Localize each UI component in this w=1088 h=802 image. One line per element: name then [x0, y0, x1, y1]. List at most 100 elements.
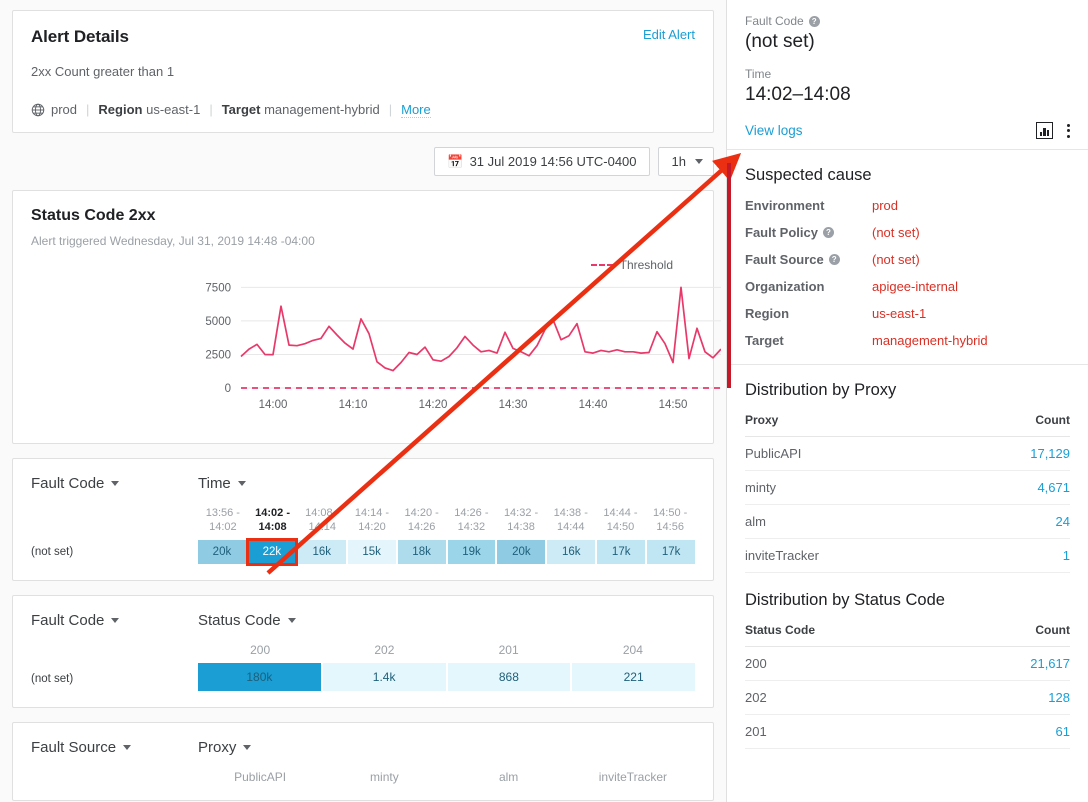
timestamp-picker[interactable]: 📅 31 Jul 2019 14:56 UTC-0400	[434, 147, 649, 176]
heatmap-cell[interactable]: 18k	[398, 540, 446, 564]
heatmap-time-cells: 20k22k16k15k18k19k20k16k17k17k	[198, 540, 695, 564]
heatmap-cell[interactable]: 17k	[597, 540, 645, 564]
row-count[interactable]: 24	[956, 505, 1070, 539]
detail-sidebar: Fault Code ? (not set) Time 14:02–14:08 …	[726, 0, 1088, 802]
heatmap-time-column-header: 14:26 -14:32	[447, 506, 497, 534]
alert-region-label: Region	[98, 102, 142, 117]
heatmap-time-column-header: 14:08 -14:14	[297, 506, 347, 534]
distribution-status-title: Distribution by Status Code	[745, 591, 1070, 610]
table-row: alm24	[745, 505, 1070, 539]
heatmap-status-header: Fault Code Status Code	[31, 612, 695, 629]
row-name: alm	[745, 505, 956, 539]
row-count[interactable]: 17,129	[956, 437, 1070, 471]
heatmap-time-column-header: 14:14 -14:20	[347, 506, 397, 534]
table-row: 20161	[745, 715, 1070, 749]
table-header-row: Proxy Count	[745, 413, 1070, 437]
suspected-cause-value: us-east-1	[872, 306, 926, 321]
heatmap-cell[interactable]: 868	[448, 663, 571, 691]
suspected-cause-row: Targetmanagement-hybrid	[745, 333, 1070, 348]
heatmap-time-column-header: 14:38 -14:44	[546, 506, 596, 534]
heatmap-cell[interactable]: 1.4k	[323, 663, 446, 691]
heatmap-cell[interactable]: 16k	[547, 540, 595, 564]
heatmap-cell-selected[interactable]: 22k	[248, 540, 296, 564]
svg-text:5000: 5000	[205, 316, 231, 328]
heatmap-status-column-header: 204	[571, 643, 695, 657]
heatmap-proxy-dim1-label: Fault Source	[31, 739, 116, 756]
heatmap-time-column-header: 14:50 -14:56	[645, 506, 695, 534]
row-count[interactable]: 61	[952, 715, 1070, 749]
suspected-cause-key: Organization	[745, 279, 872, 294]
heatmap-cell[interactable]: 19k	[448, 540, 496, 564]
heatmap-time-card: Fault Code Time (not set) 13:56 -14:0214…	[12, 458, 714, 581]
alert-env-value: prod	[51, 102, 77, 117]
heatmap-cell[interactable]: 180k	[198, 663, 321, 691]
alert-region-value: us-east-1	[146, 102, 200, 117]
chevron-down-icon	[695, 159, 703, 164]
heatmap-proxy-dim2-select[interactable]: Proxy	[198, 739, 251, 756]
row-count[interactable]: 4,671	[956, 471, 1070, 505]
heatmap-proxy-column-headers: PublicAPImintyalminviteTracker	[198, 770, 695, 784]
heatmap-proxy-column-header: inviteTracker	[571, 770, 695, 784]
view-logs-link[interactable]: View logs	[745, 123, 803, 138]
svg-text:2500: 2500	[205, 349, 231, 361]
meta-divider: |	[389, 102, 392, 117]
heatmap-status-column-header: 201	[447, 643, 571, 657]
suspected-cause-row: Organization apigee-internal	[745, 279, 1070, 294]
sidebar-time-value: 14:02–14:08	[745, 84, 1070, 106]
sidebar-actions: View logs	[745, 122, 1070, 139]
heatmap-status-dim1-select[interactable]: Fault Code	[31, 612, 198, 629]
heatmap-cell[interactable]: 15k	[348, 540, 396, 564]
heatmap-time-dim1-label: Fault Code	[31, 475, 104, 492]
heatmap-status-column-header: 202	[322, 643, 446, 657]
alert-meta-row: prod | Region us-east-1 | Target managem…	[31, 101, 695, 118]
heatmap-status-dim2-select[interactable]: Status Code	[198, 612, 296, 629]
distribution-status-section: Distribution by Status Code Status Code …	[727, 575, 1088, 759]
help-icon[interactable]: ?	[823, 227, 834, 238]
row-count[interactable]: 1	[956, 539, 1070, 573]
heatmap-cell[interactable]: 20k	[497, 540, 545, 564]
proxy-column-header: Proxy	[745, 413, 956, 437]
heatmap-cell[interactable]: 17k	[647, 540, 695, 564]
suspected-cause-key-text: Fault Policy	[745, 225, 818, 240]
chevron-down-icon	[111, 481, 119, 486]
status-code-chart-card: Status Code 2xx Alert triggered Wednesda…	[12, 190, 714, 444]
timestamp-value: 31 Jul 2019 14:56 UTC-0400	[470, 154, 637, 169]
heatmap-cell[interactable]: 16k	[298, 540, 346, 564]
sidebar-fault-code-label: Fault Code ?	[745, 14, 1070, 28]
suspected-cause-row: Environment prod	[745, 198, 1070, 213]
sidebar-fault-code-label-text: Fault Code	[745, 14, 804, 28]
more-link[interactable]: More	[401, 102, 431, 118]
help-icon[interactable]: ?	[829, 254, 840, 265]
sidebar-fault-code-value: (not set)	[745, 31, 1070, 53]
alert-target-label: Target	[222, 102, 261, 117]
heatmap-status-dim1-label: Fault Code	[31, 612, 104, 629]
heatmap-proxy-dim1-select[interactable]: Fault Source	[31, 739, 198, 756]
suspected-cause-row: Regionus-east-1	[745, 306, 1070, 321]
suspected-cause-row: Fault Policy?(not set)	[745, 225, 1070, 240]
row-count[interactable]: 128	[952, 681, 1070, 715]
suspected-cause-value: apigee-internal	[872, 279, 958, 294]
svg-text:14:40: 14:40	[579, 399, 608, 411]
chart-legend-label: Threshold	[620, 258, 673, 272]
help-icon[interactable]: ?	[809, 16, 820, 27]
suspected-cause-value: management-hybrid	[872, 333, 988, 348]
suspected-cause-key-text: Organization	[745, 279, 824, 294]
time-range-select[interactable]: 1h	[658, 147, 714, 176]
heatmap-status-card: Fault Code Status Code (not set) 2002022…	[12, 595, 714, 708]
suspected-cause-key: Target	[745, 333, 872, 348]
table-row: 20021,617	[745, 647, 1070, 681]
suspected-cause-rows: EnvironmentprodFault Policy?(not set)Fau…	[745, 198, 1070, 348]
heatmap-proxy-header: Fault Source Proxy	[31, 739, 695, 756]
edit-alert-link[interactable]: Edit Alert	[643, 27, 695, 42]
heatmap-time-dim1-select[interactable]: Fault Code	[31, 475, 198, 492]
suspected-cause-value: prod	[872, 198, 898, 213]
bar-chart-icon[interactable]	[1036, 122, 1053, 139]
heatmap-cell[interactable]: 20k	[198, 540, 246, 564]
heatmap-cell[interactable]: 221	[572, 663, 695, 691]
suspected-cause-value: (not set)	[872, 252, 920, 267]
more-vertical-icon[interactable]	[1067, 124, 1070, 138]
heatmap-time-dim2-select[interactable]: Time	[198, 475, 246, 492]
row-count[interactable]: 21,617	[952, 647, 1070, 681]
suspected-cause-key-text: Environment	[745, 198, 824, 213]
heatmap-proxy-column-header: PublicAPI	[198, 770, 322, 784]
